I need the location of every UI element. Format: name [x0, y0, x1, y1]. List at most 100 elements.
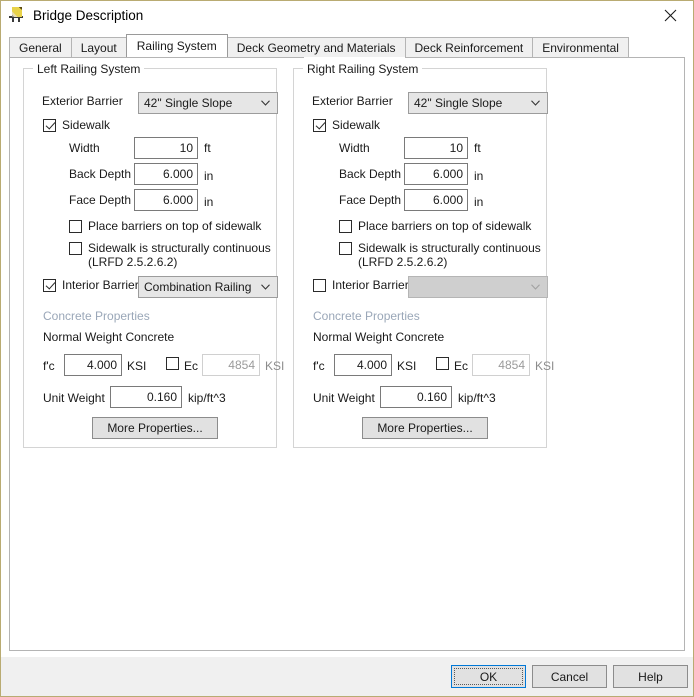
- right-unit-weight-input[interactable]: [380, 386, 452, 408]
- left-railing-system-group: Left Railing System Exterior Barrier 42"…: [23, 62, 284, 448]
- right-ec-input: [472, 354, 530, 376]
- left-interior-barrier-value: Combination Railing: [144, 280, 252, 294]
- left-unit-weight-label: Unit Weight: [43, 391, 105, 405]
- right-place-barriers-checkbox-row[interactable]: Place barriers on top of sidewalk: [339, 219, 531, 233]
- right-fc-input[interactable]: [334, 354, 392, 376]
- right-exterior-barrier-value: 42" Single Slope: [414, 96, 503, 110]
- left-face-depth-row: Face Depth: [69, 193, 137, 207]
- right-face-depth-label: Face Depth: [339, 193, 402, 207]
- tab-deck-geometry-and-materials[interactable]: Deck Geometry and Materials: [226, 37, 406, 57]
- title-bar: Bridge Description: [1, 1, 693, 29]
- left-exterior-barrier-row: Exterior Barrier: [42, 94, 138, 108]
- tab-railing-system[interactable]: Railing System: [125, 34, 228, 57]
- left-back-depth-input[interactable]: [134, 163, 198, 185]
- right-place-barriers-checkbox[interactable]: [339, 219, 352, 233]
- right-face-depth-unit: in: [474, 195, 484, 209]
- right-concrete-properties-label: Concrete Properties: [313, 309, 420, 323]
- right-fc-unit: KSI: [397, 359, 417, 373]
- right-group-title: Right Railing System: [303, 62, 423, 76]
- railing-system-panel: Left Railing System Exterior Barrier 42"…: [9, 57, 685, 651]
- left-exterior-barrier-value: 42" Single Slope: [144, 96, 233, 110]
- cancel-button[interactable]: Cancel: [532, 665, 607, 688]
- right-sidewalk-checkbox-row[interactable]: Sidewalk: [313, 118, 380, 132]
- left-sidewalk-checkbox-row[interactable]: Sidewalk: [43, 118, 110, 132]
- left-exterior-barrier-combo[interactable]: 42" Single Slope: [138, 92, 278, 114]
- right-ec-unit: KSI: [535, 359, 555, 373]
- right-face-depth-row: Face Depth: [339, 193, 407, 207]
- right-interior-barrier-checkbox-row[interactable]: Interior Barrier: [313, 278, 409, 292]
- right-back-depth-input[interactable]: [404, 163, 468, 185]
- left-unit-weight-unit: kip/ft^3: [188, 391, 226, 405]
- right-concrete-type-label: Normal Weight Concrete: [313, 330, 445, 344]
- left-exterior-barrier-label: Exterior Barrier: [42, 94, 123, 108]
- left-width-unit: ft: [204, 141, 211, 155]
- right-place-barriers-label: Place barriers on top of sidewalk: [358, 219, 532, 233]
- right-more-properties-button[interactable]: More Properties...: [362, 417, 488, 439]
- right-sidewalk-label: Sidewalk: [332, 118, 381, 132]
- left-place-barriers-checkbox-row[interactable]: Place barriers on top of sidewalk: [69, 219, 261, 233]
- right-unit-weight-unit: kip/ft^3: [458, 391, 496, 405]
- chevron-down-icon: [531, 284, 540, 290]
- left-group-title: Left Railing System: [33, 62, 145, 76]
- tab-general[interactable]: General: [9, 37, 72, 57]
- right-back-depth-label: Back Depth: [339, 167, 402, 181]
- right-ec-checkbox[interactable]: [436, 357, 449, 370]
- left-face-depth-input[interactable]: [134, 189, 198, 211]
- chevron-down-icon: [261, 284, 270, 290]
- help-button[interactable]: Help: [613, 665, 688, 688]
- left-face-depth-unit: in: [204, 195, 214, 209]
- left-back-depth-label: Back Depth: [69, 167, 132, 181]
- right-fc-label: f'c: [313, 359, 325, 373]
- left-back-depth-row: Back Depth: [69, 167, 137, 181]
- left-structurally-continuous-ref: (LRFD 2.5.2.6.2): [88, 255, 178, 269]
- right-width-unit: ft: [474, 141, 481, 155]
- left-sidewalk-label: Sidewalk: [62, 118, 111, 132]
- tab-deck-reinforcement[interactable]: Deck Reinforcement: [404, 37, 534, 57]
- right-interior-barrier-checkbox[interactable]: [313, 278, 326, 292]
- chevron-down-icon: [261, 100, 270, 106]
- chevron-down-icon: [531, 100, 540, 106]
- right-interior-barrier-label: Interior Barrier: [332, 278, 409, 292]
- left-ec-label: Ec: [184, 359, 199, 373]
- left-structurally-continuous-label: Sidewalk is structurally continuous: [88, 241, 271, 255]
- tab-area: General Layout Railing System Deck Geome…: [1, 29, 693, 657]
- left-concrete-properties-label: Concrete Properties: [43, 309, 150, 323]
- left-structurally-continuous-checkbox-row[interactable]: Sidewalk is structurally continuous (LRF…: [69, 241, 271, 269]
- ok-button-label: OK: [479, 669, 498, 684]
- left-fc-input[interactable]: [64, 354, 122, 376]
- left-ec-checkbox[interactable]: [166, 357, 179, 370]
- left-unit-weight-input[interactable]: [110, 386, 182, 408]
- left-interior-barrier-label: Interior Barrier: [62, 278, 139, 292]
- left-width-row: Width: [69, 141, 137, 155]
- tab-layout[interactable]: Layout: [70, 37, 127, 57]
- right-face-depth-input[interactable]: [404, 189, 468, 211]
- dialog-footer: OK Cancel Help: [1, 657, 693, 696]
- right-exterior-barrier-combo[interactable]: 42" Single Slope: [408, 92, 548, 114]
- right-width-input[interactable]: [404, 137, 468, 159]
- tab-environmental[interactable]: Environmental: [532, 37, 629, 57]
- left-interior-barrier-checkbox[interactable]: [43, 278, 56, 292]
- right-structurally-continuous-checkbox[interactable]: [339, 242, 352, 255]
- right-structurally-continuous-checkbox-row[interactable]: Sidewalk is structurally continuous (LRF…: [339, 241, 541, 269]
- left-sidewalk-checkbox[interactable]: [43, 118, 56, 132]
- window-title: Bridge Description: [33, 7, 144, 23]
- close-icon[interactable]: [648, 1, 693, 29]
- right-railing-system-group: Right Railing System Exterior Barrier 42…: [293, 62, 554, 448]
- right-structurally-continuous-ref: (LRFD 2.5.2.6.2): [358, 255, 448, 269]
- left-structurally-continuous-checkbox[interactable]: [69, 242, 82, 255]
- ok-button[interactable]: OK: [451, 665, 526, 688]
- left-fc-label: f'c: [43, 359, 55, 373]
- left-interior-barrier-combo[interactable]: Combination Railing: [138, 276, 278, 298]
- left-place-barriers-checkbox[interactable]: [69, 219, 82, 233]
- left-fc-unit: KSI: [127, 359, 147, 373]
- left-face-depth-label: Face Depth: [69, 193, 132, 207]
- left-concrete-type-label: Normal Weight Concrete: [43, 330, 175, 344]
- left-interior-barrier-checkbox-row[interactable]: Interior Barrier: [43, 278, 139, 292]
- bridge-description-dialog: Bridge Description General Layout Railin…: [0, 0, 694, 697]
- right-sidewalk-checkbox[interactable]: [313, 118, 326, 132]
- left-width-label: Width: [69, 141, 100, 155]
- left-width-input[interactable]: [134, 137, 198, 159]
- right-exterior-barrier-label: Exterior Barrier: [312, 94, 393, 108]
- right-interior-barrier-combo: [408, 276, 548, 298]
- left-more-properties-button[interactable]: More Properties...: [92, 417, 218, 439]
